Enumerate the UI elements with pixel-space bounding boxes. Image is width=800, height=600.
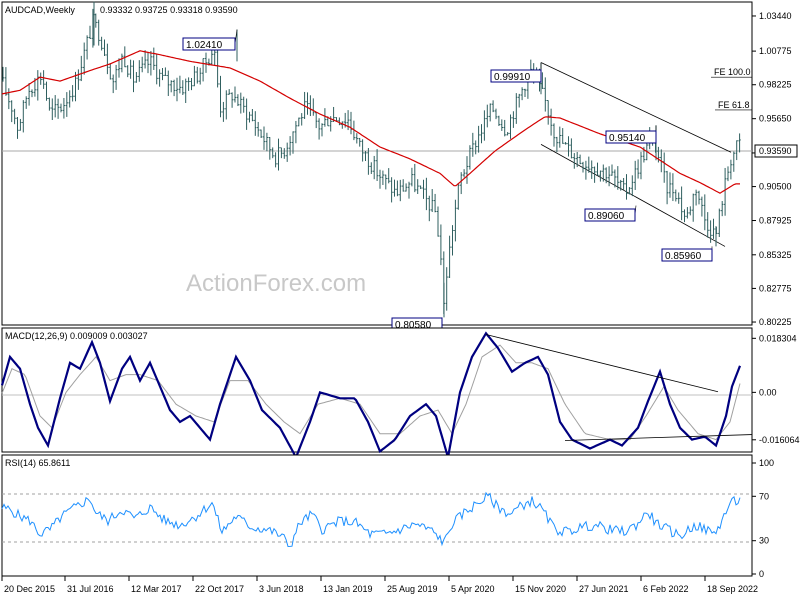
time-tick-label: 3 Jun 2018 [259, 584, 304, 594]
time-tick-label: 18 Sep 2022 [707, 584, 758, 594]
time-tick-label: 6 Feb 2022 [643, 584, 689, 594]
time-tick-label: 27 Jun 2021 [579, 584, 629, 594]
price-tick-label: 0.80225 [759, 317, 792, 327]
time-tick-label: 12 Mar 2017 [131, 584, 182, 594]
rsi-plot-area [1, 454, 753, 577]
time-tick-label: 20 Dec 2015 [4, 584, 55, 594]
current-price-label: 0.93590 [759, 146, 792, 156]
macd-panel: 0.018304 0.00 -0.016064 MACD(12,26,9) 0.00… [0, 327, 800, 460]
price-tick-label: 0.82775 [759, 283, 792, 293]
macd-tick-label: -0.016064 [759, 435, 800, 445]
rsi-tick-label: 30 [759, 536, 769, 546]
rsi-title: RSI(14) 65.8611 [5, 458, 70, 468]
price-tick-label: 1.00775 [759, 46, 792, 56]
time-tick-label: 25 Aug 2019 [387, 584, 438, 594]
time-tick-label: 15 Nov 2020 [515, 584, 566, 594]
price-level-label: 1.02410 [186, 40, 223, 51]
audcad-weekly-chart: ActionForex.com FE 100.0 FE 61.8 1.02410 0… [0, 1, 800, 594]
rsi-tick-label: 70 [759, 491, 769, 501]
chart-header-symbol: AUDCAD,Weekly [5, 5, 75, 15]
time-tick-label: 5 Apr 2020 [451, 584, 495, 594]
rsi-tick-label: 100 [759, 458, 774, 468]
fib-extension-label: FE 100.0 [714, 67, 751, 77]
time-tick-label: 22 Oct 2017 [195, 584, 244, 594]
price-level-label: 0.85960 [665, 251, 702, 262]
time-tick-label: 31 Jul 2016 [67, 584, 114, 594]
macd-tick-label: 0.018304 [759, 333, 797, 343]
price-axis-ticks: 1.034401.007750.982250.956500.930500.905… [752, 11, 792, 327]
price-tick-label: 0.98225 [759, 80, 792, 90]
time-axis: 20 Dec 2015 31 Jul 2016 12 Mar 2017 22 Oct … [1, 576, 758, 594]
current-price-marker: 0.93590 [754, 144, 798, 158]
price-panel: ActionForex.com FE 100.0 FE 61.8 1.02410 0… [1, 1, 798, 331]
rsi-tick-label: 0 [759, 569, 764, 579]
price-tick-label: 0.95650 [759, 114, 792, 124]
price-level-label: 0.95140 [609, 133, 646, 144]
macd-tick-label: 0.00 [759, 387, 777, 397]
time-tick-label: 13 Jan 2019 [323, 584, 373, 594]
fib-extension-label: FE 61.8 [718, 100, 750, 110]
rsi-panel: 100 70 30 0 RSI(14) 65.8611 [1, 454, 774, 579]
price-tick-label: 0.87925 [759, 216, 792, 226]
price-level-label: 0.89060 [588, 211, 625, 222]
watermark: ActionForex.com [186, 270, 366, 297]
price-level-label: 0.99910 [494, 72, 531, 83]
rsi-axis-ticks: 100 70 30 0 [752, 458, 774, 579]
price-tick-label: 1.03440 [759, 11, 792, 21]
macd-title: MACD(12,26,9) 0.009009 0.003027 [5, 331, 148, 341]
price-tick-label: 0.85325 [759, 250, 792, 260]
price-tick-label: 0.90500 [759, 182, 792, 192]
chart-header-ohlc: 0.93332 0.93725 0.93318 0.93590 [100, 5, 238, 15]
macd-axis-ticks: 0.018304 0.00 -0.016064 [752, 333, 800, 445]
